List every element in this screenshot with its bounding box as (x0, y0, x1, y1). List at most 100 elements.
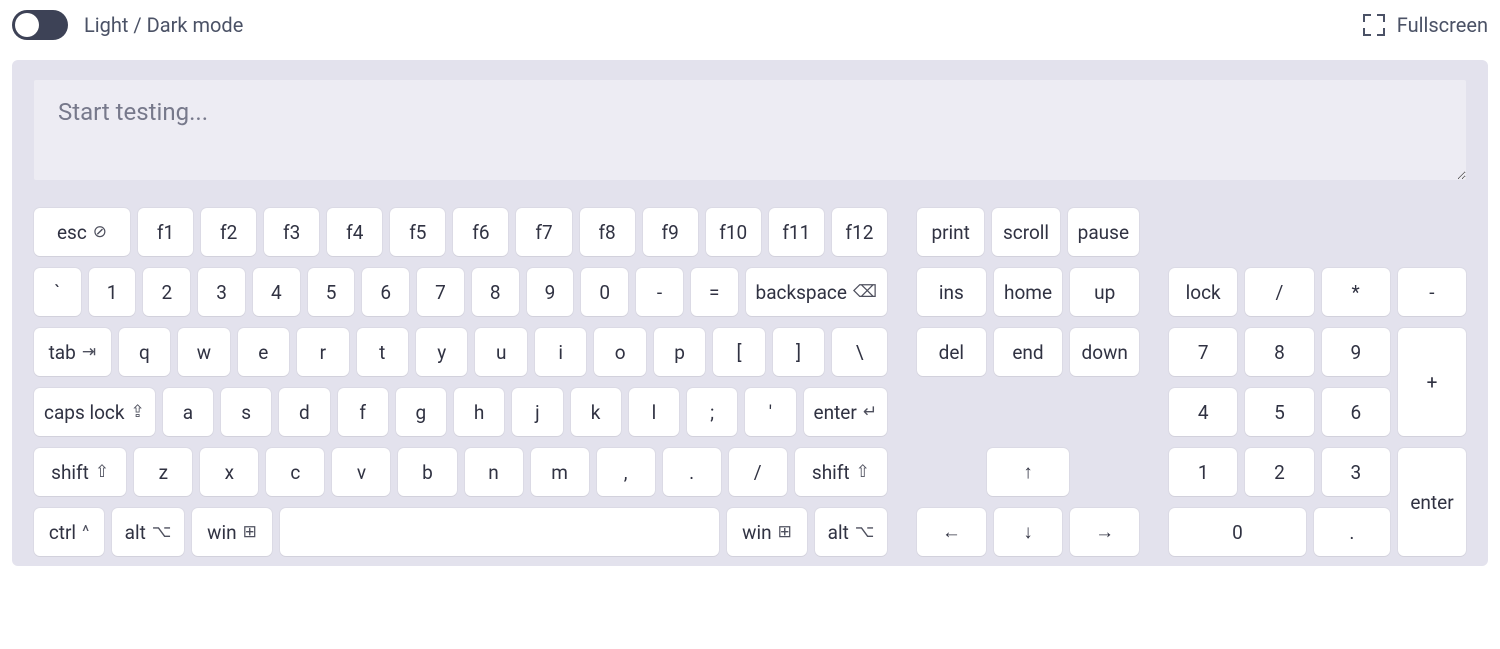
key-num-dot[interactable]: . (1314, 508, 1390, 556)
key-quote[interactable]: ' (745, 388, 795, 436)
key-f3[interactable]: f3 (264, 208, 319, 256)
key-num-divide[interactable]: / (1245, 268, 1313, 316)
key-num-9[interactable]: 9 (1322, 328, 1390, 376)
key-b[interactable]: b (398, 448, 456, 496)
key-numlock[interactable]: lock (1169, 268, 1237, 316)
key-num-4[interactable]: 4 (1169, 388, 1237, 436)
key-num-3[interactable]: 3 (1322, 448, 1390, 496)
key-m[interactable]: m (531, 448, 589, 496)
key-f9[interactable]: f9 (643, 208, 698, 256)
key-pageup[interactable]: up (1070, 268, 1139, 316)
key-home[interactable]: home (994, 268, 1063, 316)
key-5[interactable]: 5 (308, 268, 355, 316)
key-scroll[interactable]: scroll (992, 208, 1059, 256)
key-delete[interactable]: del (917, 328, 986, 376)
key-win-right[interactable]: win⊞ (727, 508, 807, 556)
key-num-0[interactable]: 0 (1169, 508, 1306, 556)
key-num-6[interactable]: 6 (1322, 388, 1390, 436)
key-f2[interactable]: f2 (201, 208, 256, 256)
key-9[interactable]: 9 (527, 268, 574, 316)
key-end[interactable]: end (994, 328, 1063, 376)
key-l[interactable]: l (629, 388, 679, 436)
key-num-plus[interactable]: + (1398, 328, 1466, 436)
key-x[interactable]: x (200, 448, 258, 496)
key-u[interactable]: u (475, 328, 526, 376)
key-equal[interactable]: = (691, 268, 738, 316)
key-enter[interactable]: enter↵ (804, 388, 888, 436)
key-backspace[interactable]: backspace⌫ (746, 268, 887, 316)
key-f[interactable]: f (338, 388, 388, 436)
key-k[interactable]: k (571, 388, 621, 436)
dark-mode-toggle[interactable] (12, 10, 68, 40)
key-leftbracket[interactable]: [ (713, 328, 764, 376)
key-capslock[interactable]: caps lock⇪ (34, 388, 155, 436)
key-d[interactable]: d (279, 388, 329, 436)
key-comma[interactable]: , (597, 448, 655, 496)
key-ctrl-left[interactable]: ctrl^ (34, 508, 104, 556)
key-shift-right[interactable]: shift⇧ (795, 448, 887, 496)
key-8[interactable]: 8 (472, 268, 519, 316)
key-f6[interactable]: f6 (453, 208, 508, 256)
key-esc[interactable]: esc⊘ (34, 208, 130, 256)
key-o[interactable]: o (594, 328, 645, 376)
key-num-2[interactable]: 2 (1245, 448, 1313, 496)
key-arrow-left[interactable]: ← (917, 508, 986, 556)
key-e[interactable]: e (238, 328, 289, 376)
key-f12[interactable]: f12 (832, 208, 887, 256)
key-slash[interactable]: / (729, 448, 787, 496)
key-insert[interactable]: ins (917, 268, 986, 316)
key-num-enter[interactable]: enter (1398, 448, 1466, 556)
key-minus[interactable]: - (636, 268, 683, 316)
key-f11[interactable]: f11 (769, 208, 824, 256)
key-s[interactable]: s (221, 388, 271, 436)
key-alt-left[interactable]: alt⌥ (112, 508, 184, 556)
key-y[interactable]: y (416, 328, 467, 376)
key-space[interactable] (280, 508, 719, 556)
key-3[interactable]: 3 (198, 268, 245, 316)
key-6[interactable]: 6 (362, 268, 409, 316)
key-t[interactable]: t (357, 328, 408, 376)
key-print[interactable]: print (917, 208, 984, 256)
key-arrow-right[interactable]: → (1070, 508, 1139, 556)
key-num-minus[interactable]: - (1398, 268, 1466, 316)
key-semicolon[interactable]: ; (687, 388, 737, 436)
key-num-7[interactable]: 7 (1169, 328, 1237, 376)
key-z[interactable]: z (134, 448, 192, 496)
key-0[interactable]: 0 (581, 268, 628, 316)
key-f10[interactable]: f10 (706, 208, 761, 256)
key-j[interactable]: j (512, 388, 562, 436)
key-rightbracket[interactable]: ] (773, 328, 824, 376)
key-n[interactable]: n (465, 448, 523, 496)
key-period[interactable]: . (663, 448, 721, 496)
key-alt-right[interactable]: alt⌥ (815, 508, 887, 556)
key-f5[interactable]: f5 (390, 208, 445, 256)
key-1[interactable]: 1 (89, 268, 136, 316)
key-num-1[interactable]: 1 (1169, 448, 1237, 496)
key-num-multiply[interactable]: * (1322, 268, 1390, 316)
key-w[interactable]: w (178, 328, 229, 376)
key-pagedown[interactable]: down (1070, 328, 1139, 376)
key-7[interactable]: 7 (417, 268, 464, 316)
key-v[interactable]: v (332, 448, 390, 496)
key-shift-left[interactable]: shift⇧ (34, 448, 126, 496)
key-a[interactable]: a (163, 388, 213, 436)
key-2[interactable]: 2 (143, 268, 190, 316)
key-q[interactable]: q (119, 328, 170, 376)
fullscreen-button[interactable]: Fullscreen (1363, 13, 1488, 37)
key-backslash[interactable]: \ (832, 328, 887, 376)
key-r[interactable]: r (297, 328, 348, 376)
key-tab[interactable]: tab⇥ (34, 328, 111, 376)
key-p[interactable]: p (654, 328, 705, 376)
key-g[interactable]: g (396, 388, 446, 436)
key-num-5[interactable]: 5 (1245, 388, 1313, 436)
key-arrow-up[interactable]: ↑ (987, 448, 1069, 496)
key-i[interactable]: i (535, 328, 586, 376)
key-f4[interactable]: f4 (327, 208, 382, 256)
test-input[interactable] (34, 80, 1466, 180)
key-backtick[interactable]: ` (34, 268, 81, 316)
key-c[interactable]: c (266, 448, 324, 496)
key-arrow-down[interactable]: ↓ (994, 508, 1063, 556)
key-num-8[interactable]: 8 (1245, 328, 1313, 376)
key-win-left[interactable]: win⊞ (192, 508, 272, 556)
key-h[interactable]: h (454, 388, 504, 436)
